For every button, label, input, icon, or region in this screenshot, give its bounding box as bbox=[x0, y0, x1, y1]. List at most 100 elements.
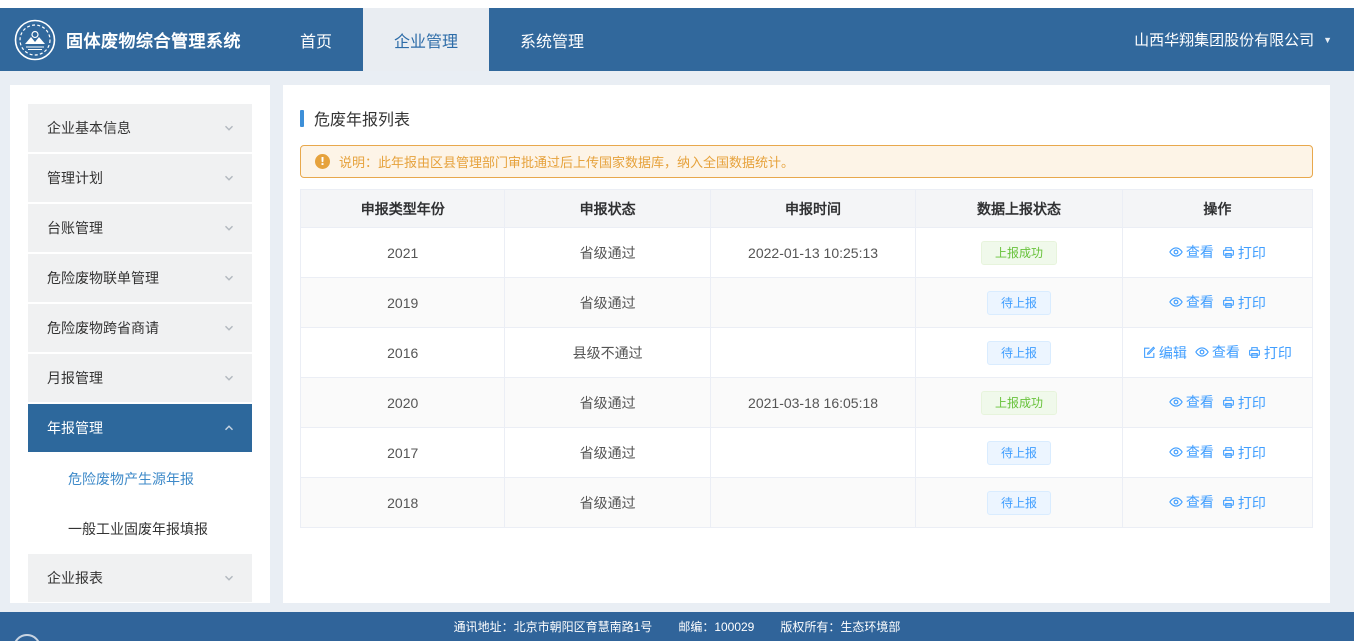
top-strip bbox=[0, 0, 1354, 8]
action-label: 打印 bbox=[1238, 443, 1266, 463]
status-cell: 县级不通过 bbox=[505, 328, 710, 378]
print-button[interactable]: 打印 bbox=[1222, 393, 1266, 413]
notice-banner: ! 说明：此年报由区县管理部门审批通过后上传国家数据库，纳入全国数据统计。 bbox=[300, 145, 1313, 178]
table-column-header: 数据上报状态 bbox=[916, 190, 1122, 228]
print-button[interactable]: 打印 bbox=[1222, 443, 1266, 463]
printer-icon bbox=[1222, 396, 1235, 409]
sidebar-item[interactable]: 管理计划 bbox=[28, 154, 252, 202]
view-button[interactable]: 查看 bbox=[1169, 442, 1214, 462]
sidebar-item-label: 年报管理 bbox=[47, 418, 103, 438]
table-column-header: 申报时间 bbox=[710, 190, 915, 228]
view-button[interactable]: 查看 bbox=[1169, 492, 1214, 512]
action-label: 查看 bbox=[1186, 442, 1214, 462]
table-column-header: 申报类型年份 bbox=[301, 190, 505, 228]
company-name: 山西华翔集团股份有限公司 bbox=[1134, 29, 1314, 50]
upload-status-badge: 待上报 bbox=[987, 291, 1051, 315]
page-body: 企业基本信息管理计划台账管理危险废物联单管理危险废物跨省商请月报管理年报管理危险… bbox=[0, 71, 1354, 603]
print-button[interactable]: 打印 bbox=[1222, 493, 1266, 513]
year-cell: 2020 bbox=[301, 378, 505, 428]
action-label: 打印 bbox=[1238, 243, 1266, 263]
sidebar-item[interactable]: 企业报表 bbox=[28, 554, 252, 602]
sidebar-item[interactable]: 月报管理 bbox=[28, 354, 252, 402]
time-cell bbox=[710, 278, 915, 328]
chevron-up-icon bbox=[223, 422, 235, 434]
sidebar-subitem[interactable]: 一般工业固废年报填报 bbox=[28, 504, 252, 554]
annual-report-table: 申报类型年份申报状态申报时间数据上报状态操作 2021省级通过2022-01-1… bbox=[300, 189, 1313, 528]
print-button[interactable]: 打印 bbox=[1248, 343, 1292, 363]
chevron-down-icon bbox=[223, 372, 235, 384]
brand: 固体废物综合管理系统 bbox=[0, 8, 269, 71]
action-label: 查看 bbox=[1186, 292, 1214, 312]
sidebar-item[interactable]: 危险废物跨省商请 bbox=[28, 304, 252, 352]
action-label: 打印 bbox=[1238, 293, 1266, 313]
nav-tab[interactable]: 首页 bbox=[269, 8, 363, 71]
table-row: 2018省级通过待上报查看打印 bbox=[301, 478, 1313, 528]
view-button[interactable]: 查看 bbox=[1195, 342, 1240, 362]
sidebar-item-label: 月报管理 bbox=[47, 368, 103, 388]
sidebar-item[interactable]: 年报管理 bbox=[28, 404, 252, 452]
upload-status-cell: 上报成功 bbox=[916, 228, 1122, 278]
year-cell: 2017 bbox=[301, 428, 505, 478]
action-label: 查看 bbox=[1212, 342, 1240, 362]
upload-status-badge: 待上报 bbox=[987, 441, 1051, 465]
sidebar-item-label: 管理计划 bbox=[47, 168, 103, 188]
table-column-header: 申报状态 bbox=[505, 190, 710, 228]
print-button[interactable]: 打印 bbox=[1222, 293, 1266, 313]
nav-tabs: 首页企业管理系统管理 bbox=[269, 8, 615, 71]
upload-status-cell: 待上报 bbox=[916, 428, 1122, 478]
sidebar-item-label: 台账管理 bbox=[47, 218, 103, 238]
edit-icon bbox=[1143, 346, 1156, 359]
nav-tab[interactable]: 系统管理 bbox=[489, 8, 615, 71]
print-button[interactable]: 打印 bbox=[1222, 243, 1266, 263]
actions-cell: 查看 打印 bbox=[1122, 428, 1312, 478]
printer-icon bbox=[1222, 496, 1235, 509]
table-row: 2021省级通过2022-01-13 10:25:13上报成功查看打印 bbox=[301, 228, 1313, 278]
chevron-down-icon bbox=[223, 272, 235, 284]
view-button[interactable]: 查看 bbox=[1169, 242, 1214, 262]
actions-cell: 查看 打印 bbox=[1122, 228, 1312, 278]
eye-icon bbox=[1169, 395, 1183, 409]
upload-status-badge: 上报成功 bbox=[981, 241, 1057, 265]
notice-text: 说明：此年报由区县管理部门审批通过后上传国家数据库，纳入全国数据统计。 bbox=[339, 152, 794, 171]
year-cell: 2021 bbox=[301, 228, 505, 278]
company-menu[interactable]: 山西华翔集团股份有限公司 ▼ bbox=[1134, 8, 1354, 71]
action-label: 查看 bbox=[1186, 392, 1214, 412]
status-cell: 省级通过 bbox=[505, 378, 710, 428]
eye-icon bbox=[1169, 445, 1183, 459]
upload-status-badge: 上报成功 bbox=[981, 391, 1057, 415]
sidebar-item-label: 危险废物联单管理 bbox=[47, 268, 159, 288]
edit-button[interactable]: 编辑 bbox=[1143, 343, 1187, 363]
table-row: 2020省级通过2021-03-18 16:05:18上报成功查看打印 bbox=[301, 378, 1313, 428]
title-accent-bar bbox=[300, 110, 304, 127]
action-label: 查看 bbox=[1186, 242, 1214, 262]
view-button[interactable]: 查看 bbox=[1169, 292, 1214, 312]
actions-cell: 查看 打印 bbox=[1122, 478, 1312, 528]
actions-cell: 编辑 查看打印 bbox=[1122, 328, 1312, 378]
year-cell: 2016 bbox=[301, 328, 505, 378]
time-cell: 2022-01-13 10:25:13 bbox=[710, 228, 915, 278]
status-cell: 省级通过 bbox=[505, 278, 710, 328]
action-label: 编辑 bbox=[1159, 343, 1187, 363]
sidebar-item-label: 企业基本信息 bbox=[47, 118, 131, 138]
chevron-down-icon bbox=[223, 222, 235, 234]
page-title-text: 危废年报列表 bbox=[314, 106, 410, 130]
view-button[interactable]: 查看 bbox=[1169, 392, 1214, 412]
sidebar-item[interactable]: 企业基本信息 bbox=[28, 104, 252, 152]
year-cell: 2019 bbox=[301, 278, 505, 328]
nav-tab[interactable]: 企业管理 bbox=[363, 8, 489, 71]
ministry-emblem-logo-icon bbox=[14, 19, 56, 61]
footer: 通讯地址：北京市朝阳区育慧南路1号 邮编：100029 版权所有：生态环境部 bbox=[0, 612, 1354, 641]
footer-address: 通讯地址：北京市朝阳区育慧南路1号 bbox=[454, 618, 653, 635]
sidebar-item[interactable]: 危险废物联单管理 bbox=[28, 254, 252, 302]
action-label: 打印 bbox=[1238, 493, 1266, 513]
chevron-down-icon bbox=[223, 172, 235, 184]
table-header: 申报类型年份申报状态申报时间数据上报状态操作 bbox=[301, 190, 1313, 228]
upload-status-badge: 待上报 bbox=[987, 491, 1051, 515]
sidebar-item[interactable]: 台账管理 bbox=[28, 204, 252, 252]
upload-status-cell: 待上报 bbox=[916, 278, 1122, 328]
time-cell bbox=[710, 478, 915, 528]
sidebar-item-label: 企业报表 bbox=[47, 568, 103, 588]
status-cell: 省级通过 bbox=[505, 478, 710, 528]
upload-status-cell: 上报成功 bbox=[916, 378, 1122, 428]
sidebar-subitem[interactable]: 危险废物产生源年报 bbox=[28, 454, 252, 504]
